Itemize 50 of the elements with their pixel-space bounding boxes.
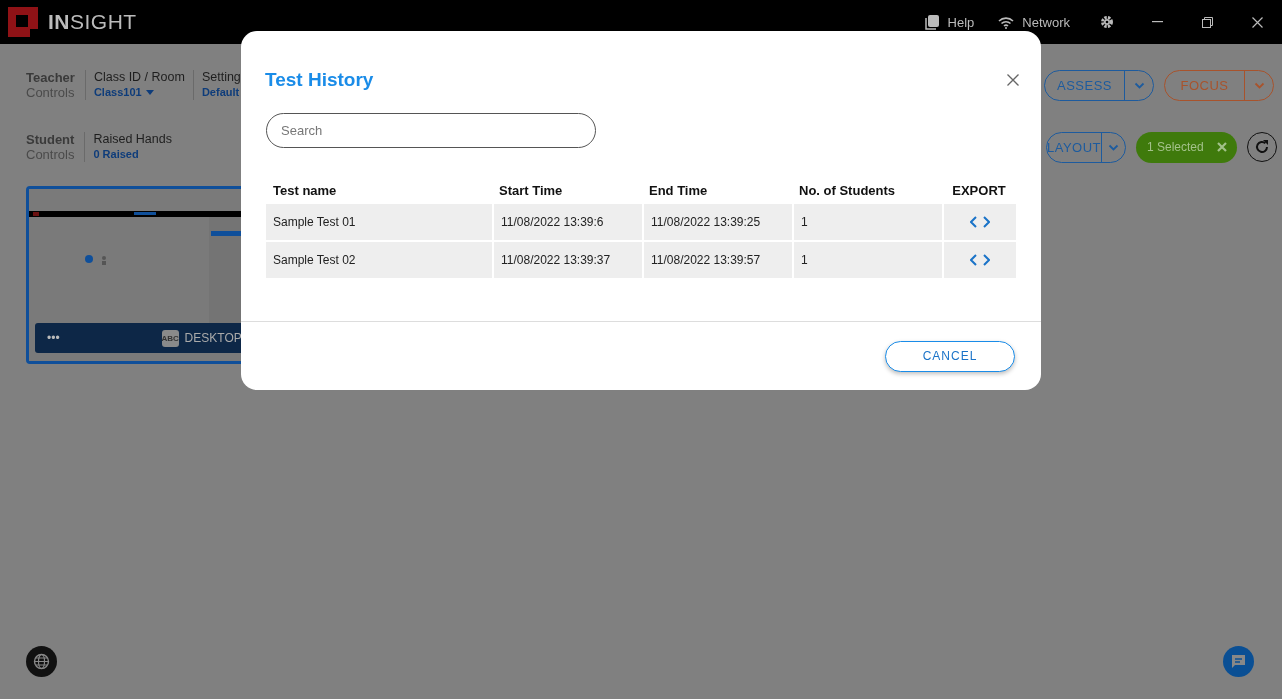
app-logo: INSIGHT [48,10,137,34]
chevron-down-icon [1133,81,1145,89]
globe-button[interactable] [26,646,57,677]
device-badge: ABC [161,329,179,347]
field-label: Setting [201,70,241,85]
column-header: Test name [272,181,338,200]
clear-icon[interactable] [1217,142,1227,152]
chevrons-icon [970,254,990,266]
field-label: Raised Hands [93,132,172,147]
chevron-down-icon [1253,81,1265,89]
field-value: 0 Raised [93,147,140,162]
selection-chip[interactable]: 1 Selected [1136,131,1237,163]
field-value[interactable]: Class101 [93,85,185,100]
dialog-title: Test History [265,69,374,91]
cancel-button[interactable]: CANCEL [885,340,1015,372]
field-label: Class ID / Room [93,70,185,85]
table-cell: 11/08/2022 13:39:37 [492,242,642,278]
help-icon [923,14,940,30]
table-cell: 1 [792,242,942,278]
field-value: Default [201,85,241,100]
section-heading: Student [26,132,75,147]
logo-icon [8,7,38,37]
table-cell: Sample Test 02 [266,242,492,278]
column-header: No. of Students [798,181,897,200]
student-name: DESKTOP [184,331,242,345]
table-cell: 11/08/2022 13:39:6 [492,204,642,240]
table-cell: 11/08/2022 13:39:25 [642,204,792,240]
refresh-icon [1254,139,1270,155]
close-button[interactable] [1007,74,1019,86]
chevrons-icon [970,216,990,228]
export-button[interactable] [970,216,990,228]
refresh-button[interactable] [1247,132,1277,162]
wifi-icon [998,15,1015,29]
chat-icon [1231,654,1246,669]
section-heading: Teacher [26,70,75,85]
column-header: End Time [648,181,709,200]
close-icon [1007,74,1019,86]
column-header: Start Time [498,181,564,200]
column-header: EXPORT [951,181,1007,200]
globe-icon [33,653,50,670]
table-cell: 1 [792,204,942,240]
title-bar-link[interactable]: Help [923,14,975,30]
caret-icon [145,90,154,95]
title-bar-link[interactable]: Network [998,14,1070,30]
table-cell: 11/08/2022 13:39:57 [642,242,792,278]
search-field[interactable]: Search [266,113,596,148]
export-button[interactable] [970,254,990,266]
chevron-down-icon [1108,143,1120,151]
table-cell: Sample Test 01 [266,204,492,240]
more-button[interactable]: ••• [47,331,60,345]
